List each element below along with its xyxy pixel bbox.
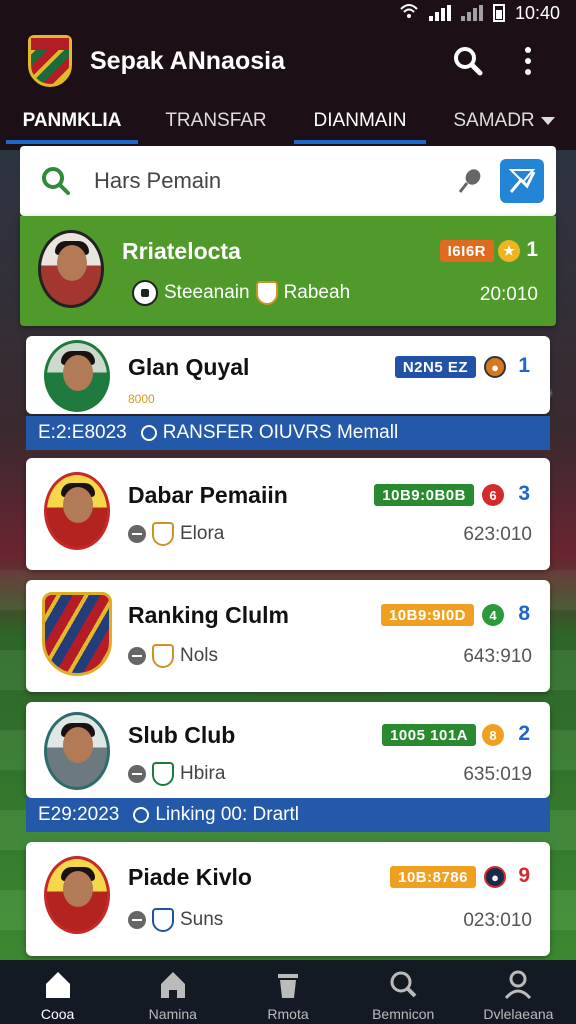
player-club-row: Elora: [128, 522, 224, 546]
match-time: 635:019: [463, 764, 532, 785]
player-avatar: [38, 230, 104, 308]
signal-icon-2: [460, 5, 483, 21]
player-avatar: [44, 856, 110, 934]
search-icon: [42, 167, 70, 195]
tab-samadr[interactable]: SAMADR: [432, 96, 576, 146]
filter-button[interactable]: [500, 159, 544, 203]
club-crest-avatar: [42, 592, 112, 676]
player-rank: 9: [518, 864, 530, 887]
nav-namina[interactable]: Namina: [115, 960, 230, 1024]
more-vert-icon: [525, 47, 531, 75]
player-name: Ranking Clulm: [128, 602, 290, 628]
player-avatar: [44, 340, 110, 412]
app-title: Sepak ANnaosia: [90, 46, 285, 75]
status-badge: 10B9:0B0B: [374, 484, 474, 506]
remove-icon: [128, 911, 146, 929]
player-rank: 8: [518, 602, 530, 625]
clock-icon: [140, 425, 157, 441]
search-input[interactable]: Hars Pemain: [94, 168, 450, 194]
player-club-row: Hbira: [128, 762, 225, 786]
match-time: 023:010: [463, 910, 532, 931]
player-name: Dabar Pemaiin: [128, 482, 288, 508]
player-name: Rriatelocta: [122, 238, 241, 264]
status-time: 10:40: [514, 2, 560, 23]
clock-icon: [133, 807, 150, 823]
remove-icon: [128, 647, 146, 665]
player-avatar: [44, 472, 110, 550]
club-crest-icon: [152, 762, 174, 786]
status-badge: 10B:8786: [390, 866, 476, 888]
nav-bemnicon[interactable]: Bemnicon: [346, 960, 461, 1024]
player-club-row: Steeanain Rabeah: [132, 280, 350, 306]
player-avatar: [44, 712, 110, 790]
tab-transfar[interactable]: TRANSFAR: [144, 96, 288, 146]
tab-bar: PANMKLIA TRANSFAR DIANMAIN SAMADR: [0, 96, 576, 146]
player-club-row: Suns: [128, 908, 223, 932]
status-badge: 10B9:9I0D: [380, 604, 474, 626]
player-name: Glan Quyal: [128, 354, 250, 380]
nav-profile[interactable]: Dvlelaeana: [461, 960, 576, 1024]
card-icon: 4: [482, 604, 504, 626]
player-card-6[interactable]: Piade Kivlo 10B:8786 ● 9 Suns 023:010: [26, 842, 550, 956]
chevron-down-icon: [540, 117, 555, 125]
status-badge: N2N5 EZ: [394, 356, 476, 378]
match-time: 643:910: [463, 646, 532, 667]
house-icon: [155, 966, 191, 1002]
club-crest-icon: [255, 281, 278, 305]
football-icon: [132, 280, 158, 306]
status-badge: 1005 101A: [382, 724, 476, 746]
trash-icon: [270, 966, 306, 1002]
player-card-3[interactable]: Dabar Pemaiin 10B9:0B0B 6 3 Elora 623:01…: [26, 458, 550, 570]
remove-icon: [128, 765, 146, 783]
search-icon: [454, 47, 483, 76]
player-card-5[interactable]: Slub Club 1005 101A 8 2 Hbira 635:019: [26, 702, 550, 798]
voice-search-button[interactable]: [450, 161, 490, 201]
status-badge: I6I6R: [439, 240, 494, 262]
battery-icon: [492, 4, 505, 22]
search-button[interactable]: [448, 41, 488, 81]
player-rank: 2: [518, 722, 530, 745]
person-icon: [500, 966, 536, 1002]
microphone-icon: [458, 169, 481, 193]
nav-home[interactable]: Cooa: [0, 960, 115, 1024]
player-name: Piade Kivlo: [128, 864, 252, 890]
tab-panmklia[interactable]: PANMKLIA: [0, 96, 144, 146]
wifi-icon: [399, 3, 419, 24]
match-time: 623:010: [463, 524, 532, 545]
app-logo: [28, 35, 72, 87]
home-icon: [40, 966, 76, 1002]
remove-icon: [128, 525, 146, 543]
club-crest-icon: [152, 908, 174, 932]
bottom-navigation: Cooa Namina Rmota Bemnicon Dvlelaeana: [0, 960, 576, 1024]
club-crest-icon: [152, 522, 174, 546]
player-rank: 1: [518, 354, 530, 377]
card-icon: 8: [482, 724, 504, 746]
more-options-button[interactable]: [508, 41, 548, 81]
star-icon: ★: [498, 240, 520, 262]
signal-icon: [428, 5, 451, 21]
transfer-news-banner[interactable]: E:2:E8023 RANSFER OIUVRS Memall: [26, 416, 550, 450]
club-badge-icon: ●: [484, 866, 506, 888]
player-club-row: Nols: [128, 644, 218, 668]
search-icon: [385, 966, 421, 1002]
search-bar: Hars Pemain: [20, 146, 556, 216]
filter-icon: [508, 169, 536, 193]
player-card-2[interactable]: Glan Quyal 8000 N2N5 EZ ● 1: [26, 336, 550, 414]
player-rank: 1: [526, 238, 538, 261]
club-badge-icon: ●: [484, 356, 506, 378]
player-card-1[interactable]: Rriatelocta I6I6R ★ 1 Steeanain Rabeah 2…: [20, 216, 556, 326]
status-bar: 10:40: [0, 0, 576, 26]
player-card-4[interactable]: Ranking Clulm 10B9:9I0D 4 8 Nols 643:910: [26, 580, 550, 692]
app-bar: Sepak ANnaosia: [0, 26, 576, 96]
ranking-news-banner[interactable]: E29:2023 Linking 00: Drartl: [26, 798, 550, 832]
nav-rmota[interactable]: Rmota: [230, 960, 345, 1024]
player-tagline: 8000: [128, 392, 155, 406]
player-rank: 3: [518, 482, 530, 505]
club-crest-icon: [152, 644, 174, 668]
match-time: 20:010: [479, 284, 538, 305]
tab-dianmain[interactable]: DIANMAIN: [288, 96, 432, 146]
card-icon: 6: [482, 484, 504, 506]
player-name: Slub Club: [128, 722, 236, 748]
